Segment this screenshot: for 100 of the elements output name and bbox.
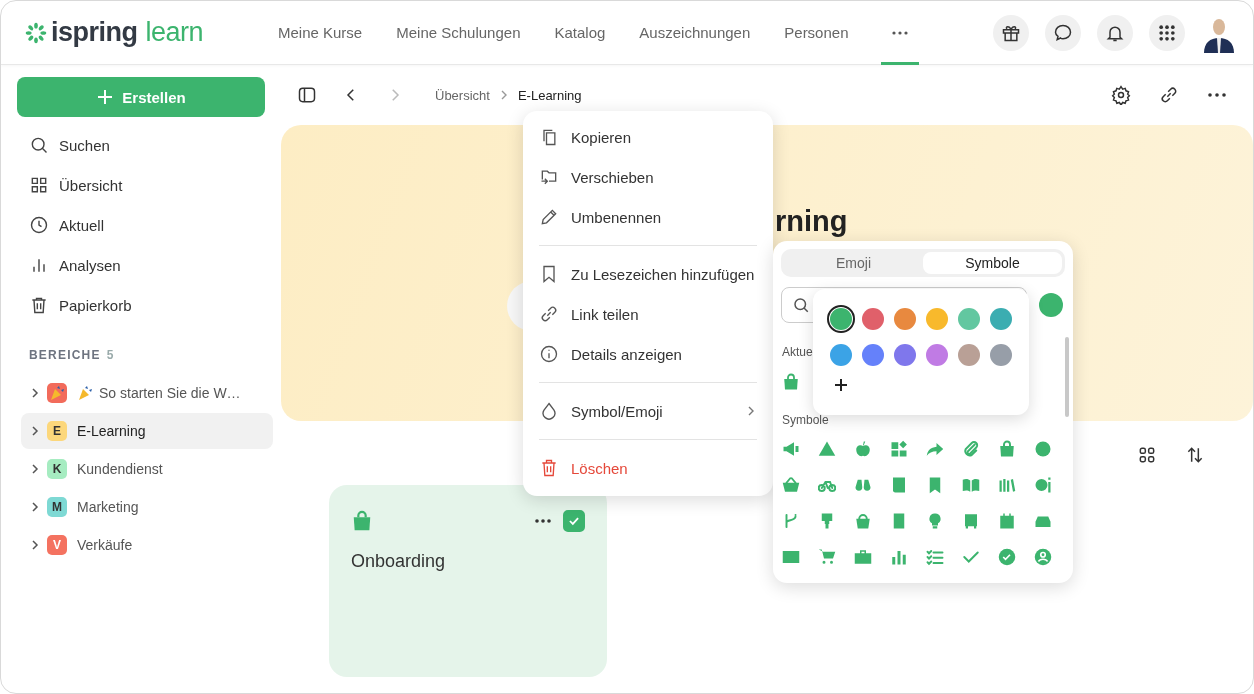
sidebar-item[interactable]: Übersicht bbox=[17, 165, 273, 205]
settings-icon bbox=[1111, 85, 1131, 105]
sidebar-item[interactable]: Papierkorb bbox=[17, 285, 273, 325]
clock-icon bbox=[29, 215, 49, 235]
chat-button[interactable] bbox=[1045, 14, 1081, 51]
books-icon[interactable] bbox=[998, 476, 1016, 494]
trash-icon bbox=[29, 295, 49, 315]
color-swatch[interactable] bbox=[827, 305, 855, 333]
section-label: Symbole bbox=[782, 413, 829, 428]
chevron-right-icon[interactable] bbox=[29, 425, 41, 437]
section-label: Aktue bbox=[782, 345, 813, 360]
basket-icon[interactable] bbox=[782, 476, 800, 494]
user-circle-icon[interactable] bbox=[1034, 548, 1052, 566]
shopping-bag-icon bbox=[351, 510, 373, 532]
checkbox[interactable] bbox=[563, 510, 585, 532]
info-icon bbox=[539, 344, 559, 364]
bus-icon[interactable] bbox=[962, 512, 980, 530]
chevron-right-icon[interactable] bbox=[29, 539, 41, 551]
search-icon bbox=[792, 296, 810, 314]
space-label: E-Learning bbox=[77, 423, 146, 439]
chevron-right-icon[interactable] bbox=[29, 387, 41, 399]
color-button[interactable] bbox=[1039, 293, 1063, 317]
notifications-button[interactable] bbox=[1097, 14, 1133, 51]
section-count: 5 bbox=[106, 348, 115, 362]
shopping-bag-icon[interactable] bbox=[782, 373, 800, 391]
space-badge: K bbox=[47, 459, 67, 479]
sidebar-item[interactable]: Suchen bbox=[17, 125, 273, 165]
more-icon bbox=[1208, 93, 1226, 97]
sidebar-icon bbox=[297, 85, 317, 105]
link-icon bbox=[539, 304, 559, 324]
settings-button[interactable] bbox=[1109, 83, 1133, 107]
picker-tab[interactable]: Symbole bbox=[923, 252, 1062, 274]
breadcrumb-link[interactable]: Übersicht bbox=[435, 87, 490, 103]
add-color-button[interactable] bbox=[833, 377, 849, 393]
briefcase-icon[interactable] bbox=[854, 548, 872, 566]
space-label: Marketing bbox=[77, 499, 139, 515]
space-item[interactable]: V Verkäufe bbox=[21, 527, 273, 563]
menu-item[interactable]: Löschen bbox=[539, 448, 757, 488]
menu-item[interactable]: Link teilen bbox=[539, 294, 757, 334]
nav-link[interactable]: Personen bbox=[782, 1, 851, 65]
dots-grid-icon bbox=[1157, 22, 1177, 43]
menu-item[interactable]: Zu Lesezeichen hinzufügen bbox=[539, 254, 757, 294]
menu-item[interactable]: Symbol/Emoji bbox=[539, 391, 757, 431]
card-title: Onboarding bbox=[351, 551, 447, 572]
picker-tab[interactable]: Emoji bbox=[784, 252, 923, 274]
menu-item[interactable]: Umbenennen bbox=[539, 197, 757, 237]
pencil-icon bbox=[539, 207, 559, 227]
warning-icon[interactable] bbox=[818, 440, 836, 458]
megaphone-icon[interactable] bbox=[782, 440, 800, 458]
widgets-icon[interactable] bbox=[890, 440, 908, 458]
space-badge: V bbox=[47, 535, 67, 555]
sort-arrows-icon bbox=[1185, 445, 1205, 465]
speech-bubble-icon bbox=[1053, 22, 1073, 43]
nav-link[interactable]: Meine Kurse bbox=[276, 1, 365, 65]
check-circle-icon[interactable] bbox=[998, 548, 1016, 566]
paperclip-icon[interactable] bbox=[962, 440, 980, 458]
link-icon bbox=[1159, 85, 1179, 105]
space-item[interactable]: M Marketing bbox=[21, 489, 273, 525]
gift-button[interactable] bbox=[993, 14, 1029, 51]
open-book-icon[interactable] bbox=[962, 476, 980, 494]
breadcrumb-link[interactable]: E-Learning bbox=[517, 87, 582, 103]
scrollbar[interactable] bbox=[1065, 337, 1069, 417]
sidebar-item[interactable]: Analysen bbox=[17, 245, 273, 285]
search-icon bbox=[29, 135, 49, 155]
space-badge: E bbox=[47, 421, 67, 441]
logo-icon bbox=[25, 21, 47, 44]
nav-link[interactable]: Meine Schulungen bbox=[394, 1, 523, 65]
more-icon bbox=[890, 30, 909, 35]
apps-button[interactable] bbox=[1149, 14, 1185, 51]
section-title: BEREICHE bbox=[29, 348, 101, 362]
space-item[interactable]: E E-Learning bbox=[21, 413, 273, 449]
space-label: Verkäufe bbox=[77, 537, 133, 553]
menu-item[interactable]: Verschieben bbox=[539, 157, 757, 197]
bar-chart-icon[interactable] bbox=[890, 548, 908, 566]
chevron-right-icon[interactable] bbox=[29, 463, 41, 475]
cart-icon[interactable] bbox=[818, 548, 836, 566]
logo-text: learn bbox=[145, 17, 204, 48]
nav-link[interactable]: Auszeichnungen bbox=[637, 1, 753, 65]
plus-icon bbox=[96, 88, 115, 106]
bucket-icon[interactable] bbox=[854, 512, 872, 530]
nav-link[interactable]: Katalog bbox=[552, 1, 608, 65]
logo-text: ispring bbox=[51, 17, 138, 48]
space-item[interactable]: K Kundendienst bbox=[21, 451, 273, 487]
menu-item[interactable]: Kopieren bbox=[539, 117, 757, 157]
chevron-right-icon[interactable] bbox=[29, 501, 41, 513]
lightbulb-icon[interactable] bbox=[926, 512, 944, 530]
checklist-icon[interactable] bbox=[926, 548, 944, 566]
menu-item[interactable]: Details anzeigen bbox=[539, 334, 757, 374]
calendar-icon[interactable] bbox=[998, 512, 1016, 530]
course-card[interactable]: Onboarding bbox=[329, 485, 607, 677]
bowling-icon[interactable] bbox=[1034, 476, 1052, 494]
shopping-bag-icon[interactable] bbox=[998, 440, 1016, 458]
space-item[interactable]: So starten Sie die W… bbox=[21, 375, 273, 411]
apple-icon[interactable] bbox=[854, 440, 872, 458]
plus-icon bbox=[834, 378, 848, 392]
space-label: Kundendienst bbox=[77, 461, 163, 477]
sidebar-item[interactable]: Aktuell bbox=[17, 205, 273, 245]
space-label: So starten Sie die W… bbox=[99, 385, 241, 401]
banner-title: rning bbox=[775, 207, 848, 236]
more-icon bbox=[535, 519, 551, 523]
